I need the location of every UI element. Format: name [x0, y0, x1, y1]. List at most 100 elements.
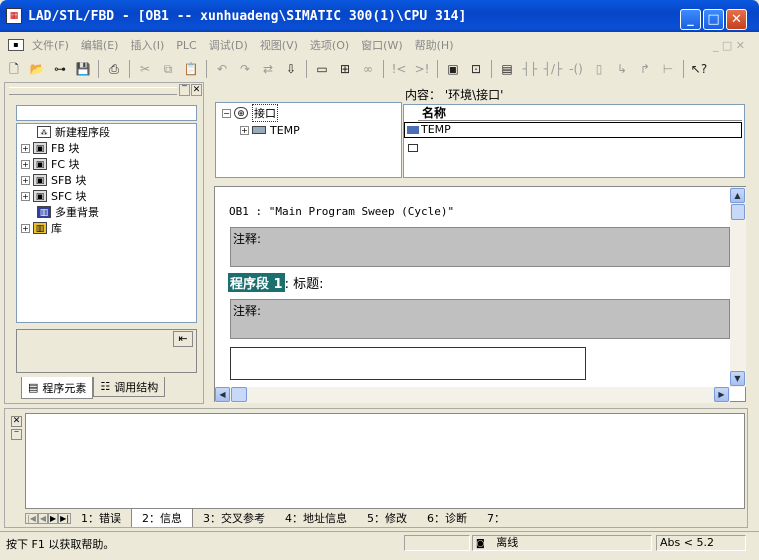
expand-icon[interactable]: +	[21, 191, 30, 201]
scroll-down-button[interactable]: ▼	[730, 371, 745, 386]
mdi-window-controls[interactable]: _ □ ✕	[713, 39, 745, 52]
output-close-button[interactable]: ✕	[11, 416, 22, 427]
tab-modify[interactable]: 5：修改	[357, 509, 417, 527]
program-elements-tree[interactable]: ⁂ 新建程序段 + ▣ FB 块 + ▣ FC 块 + ▣ SFB 块 + ▣ …	[16, 123, 197, 323]
help-context-icon[interactable]: ↖?	[689, 59, 709, 79]
tree-item-sfb[interactable]: + ▣ SFB 块	[21, 172, 86, 188]
next-breakpoint-icon[interactable]: >!	[412, 59, 432, 79]
tab-address-info[interactable]: 4：地址信息	[275, 509, 357, 527]
panel-float-button[interactable]: ‾	[179, 84, 190, 96]
normally-closed-contact-icon[interactable]: ┤/├	[543, 59, 563, 79]
tree-item-interface[interactable]: − ⊕ 接口	[222, 104, 278, 122]
editor-horizontal-scrollbar[interactable]: ◀ ▶	[215, 387, 730, 403]
tree-item-new-network[interactable]: ⁂ 新建程序段	[37, 124, 110, 140]
mdi-icon[interactable]: ▪	[8, 39, 24, 51]
code-editor[interactable]: OB1 : "Main Program Sweep (Cycle)" 注释: 程…	[214, 186, 746, 402]
expand-icon[interactable]: +	[21, 159, 30, 169]
output-float-button[interactable]: ‾	[11, 429, 22, 440]
redo-icon[interactable]: ↷	[235, 59, 255, 79]
paste-icon[interactable]: 📋	[181, 59, 201, 79]
print-icon[interactable]: ⎙	[104, 59, 124, 79]
menu-insert[interactable]: 插入(I)	[130, 37, 164, 53]
monitor-icon[interactable]: ∞	[358, 59, 378, 79]
app-icon[interactable]: ▦	[6, 8, 22, 24]
tab-call-structure[interactable]: ☷ 调用结构	[93, 377, 166, 397]
expand-icon[interactable]: +	[21, 143, 30, 153]
empty-box-icon[interactable]: ▯	[589, 59, 609, 79]
table-row[interactable]: TEMP	[404, 122, 742, 138]
expand-icon[interactable]: +	[240, 125, 249, 135]
tree-item-sfc[interactable]: + ▣ SFC 块	[21, 188, 87, 204]
toggle-breakpoint-icon[interactable]: !<	[389, 59, 409, 79]
close-branch-icon[interactable]: ↱	[635, 59, 655, 79]
table-row[interactable]	[404, 141, 742, 157]
scroll-right-button[interactable]: ▶	[714, 387, 729, 402]
tab-seven[interactable]: 7：	[477, 509, 505, 527]
open-branch-icon[interactable]: ↳	[612, 59, 632, 79]
copy-icon[interactable]: ⧉	[158, 59, 178, 79]
collapse-icon[interactable]: −	[222, 108, 231, 118]
minimize-button[interactable]: _	[680, 9, 701, 30]
panel-close-button[interactable]: ✕	[191, 84, 202, 96]
scroll-up-button[interactable]: ▲	[730, 188, 745, 203]
tree-item-multi-instance[interactable]: ▥ 多重背景	[37, 204, 99, 220]
menu-options[interactable]: 选项(O)	[310, 37, 349, 53]
overview-window-icon[interactable]: ▣	[443, 59, 463, 79]
overview-icon[interactable]: ▭	[312, 59, 332, 79]
scroll-thumb[interactable]	[731, 204, 745, 220]
content-table[interactable]: 名称 TEMP	[403, 104, 745, 178]
hscroll-thumb[interactable]	[231, 387, 247, 402]
menu-view[interactable]: 视图(V)	[260, 37, 298, 53]
output-text-area[interactable]	[25, 413, 745, 509]
tab-info[interactable]: 2：信息	[131, 509, 194, 527]
last-tab-nav-button[interactable]: ▶|	[58, 512, 72, 524]
normally-open-contact-icon[interactable]: ┤├	[520, 59, 540, 79]
tree-item-library[interactable]: + ▥ 库	[21, 220, 62, 236]
accessible-nodes-icon[interactable]: ⊶	[50, 59, 70, 79]
tab-cross-reference[interactable]: 3：交叉参考	[193, 509, 275, 527]
network-comment-box[interactable]: 注释:	[230, 299, 730, 339]
cut-icon[interactable]: ✂	[135, 59, 155, 79]
panel-search-bar[interactable]	[16, 105, 197, 121]
tree-item-fb[interactable]: + ▣ FB 块	[21, 140, 79, 156]
close-button[interactable]: ✕	[726, 9, 747, 30]
editor-vertical-scrollbar[interactable]: ▲ ▼	[730, 187, 746, 387]
new-network-icon[interactable]: ▤	[497, 59, 517, 79]
network-config-icon[interactable]: ⊞	[335, 59, 355, 79]
menu-debug[interactable]: 调试(D)	[209, 37, 248, 53]
expand-icon[interactable]: +	[21, 175, 30, 185]
menu-window[interactable]: 窗口(W)	[361, 37, 402, 53]
open-icon[interactable]: 📂	[27, 59, 47, 79]
new-icon[interactable]: 🗋	[4, 59, 24, 79]
maximize-button[interactable]: □	[703, 9, 724, 30]
scroll-left-button[interactable]: ◀	[215, 387, 230, 402]
menu-edit[interactable]: 编辑(E)	[81, 37, 119, 53]
tab-diagnostics[interactable]: 6：诊断	[417, 509, 477, 527]
prev-tab-nav-button[interactable]: ◀	[37, 512, 49, 524]
statement-input-box[interactable]	[230, 347, 586, 380]
interface-tree-panel[interactable]: − ⊕ 接口 + TEMP	[215, 102, 402, 178]
tree-item-temp[interactable]: + TEMP	[240, 122, 300, 138]
details-window-icon[interactable]: ⊡	[466, 59, 486, 79]
save-icon[interactable]: 💾	[73, 59, 93, 79]
menu-plc[interactable]: PLC	[176, 39, 196, 52]
coil-icon[interactable]: -()	[566, 59, 586, 79]
download-icon[interactable]: ⇩	[281, 59, 301, 79]
first-tab-nav-button[interactable]: |◀	[25, 512, 38, 524]
undo-icon[interactable]: ↶	[212, 59, 232, 79]
tab-errors[interactable]: 1：错误	[71, 509, 131, 527]
network-header: 程序段 1 : 标题:	[228, 273, 323, 292]
tab-program-elements[interactable]: ▤ 程序元素	[21, 377, 94, 399]
content-title: 内容： '环境\接口'	[405, 88, 504, 102]
menu-help[interactable]: 帮助(H)	[415, 37, 454, 53]
network-label[interactable]: 程序段 1	[228, 273, 285, 292]
expand-icon[interactable]: +	[21, 223, 30, 233]
compare-icon[interactable]: ⇄	[258, 59, 278, 79]
tree-item-fc[interactable]: + ▣ FC 块	[21, 156, 80, 172]
connection-icon[interactable]: ⊢	[658, 59, 678, 79]
menu-file[interactable]: 文件(F)	[32, 37, 69, 53]
next-tab-nav-button[interactable]: ▶	[48, 512, 59, 524]
jump-icon[interactable]: ⇤	[173, 331, 193, 347]
program-elements-icon: ▤	[28, 381, 39, 394]
block-comment-box[interactable]: 注释:	[230, 227, 730, 267]
